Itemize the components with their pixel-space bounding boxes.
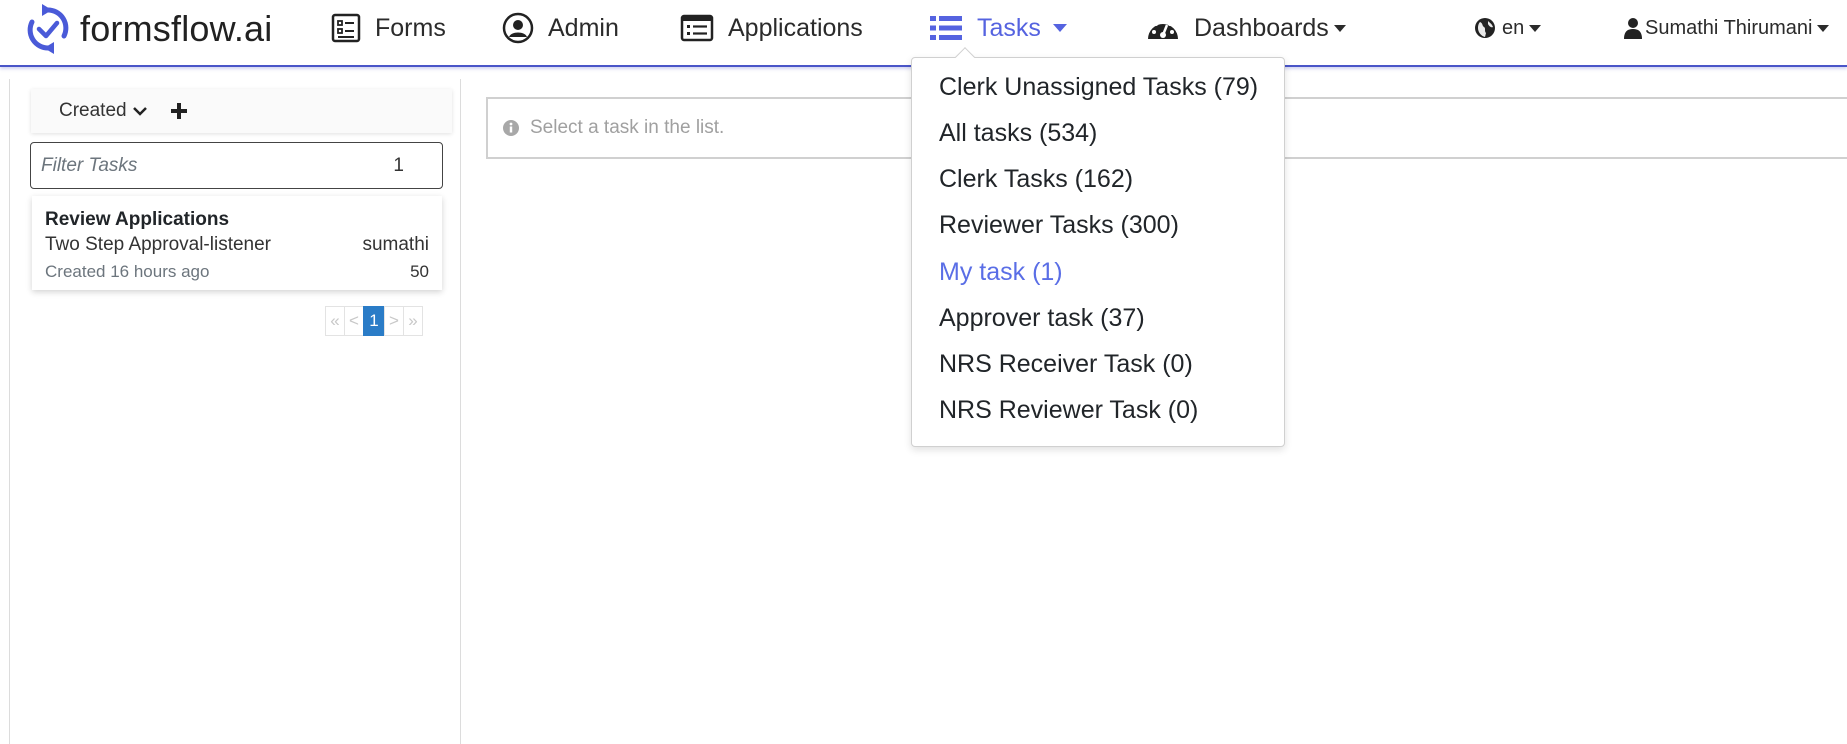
- task-title: Review Applications: [45, 209, 230, 230]
- info-icon: [503, 120, 519, 136]
- caret-down-icon: [1052, 24, 1067, 32]
- chevron-down-icon: [132, 107, 147, 116]
- refresh-logo-icon: [27, 4, 69, 54]
- dropdown-item-reviewer-tasks[interactable]: Reviewer Tasks (300): [939, 211, 1179, 240]
- task-list-item[interactable]: Review Applications Two Step Approval-li…: [32, 196, 442, 290]
- add-sort-plus-icon[interactable]: [169, 101, 189, 121]
- tasks-list-icon: [930, 16, 962, 40]
- globe-icon: [1475, 18, 1495, 38]
- nav-admin-label: Admin: [548, 13, 619, 42]
- language-label: en: [1502, 16, 1525, 39]
- dropdown-item-approver-task[interactable]: Approver task (37): [939, 304, 1145, 333]
- dropdown-item-nrs-receiver[interactable]: NRS Receiver Task (0): [939, 350, 1193, 379]
- language-dropdown[interactable]: en: [1474, 0, 1542, 56]
- brand-name: formsflow.ai: [80, 8, 273, 49]
- dropdown-item-clerk-unassigned[interactable]: Clerk Unassigned Tasks (79): [939, 73, 1258, 102]
- nav-applications[interactable]: Applications: [680, 0, 863, 56]
- filter-tasks-input[interactable]: [41, 154, 371, 177]
- user-name: Sumathi Thirumani: [1645, 16, 1813, 39]
- tasks-filter-dropdown: Clerk Unassigned Tasks (79) All tasks (5…: [911, 47, 1285, 447]
- user-circle-icon: [502, 12, 534, 44]
- nav-tasks-label: Tasks: [977, 13, 1041, 42]
- pager-page-1[interactable]: 1: [363, 306, 385, 336]
- dashboard-gauge-icon: [1148, 18, 1178, 39]
- nav-tasks[interactable]: Tasks: [929, 0, 1067, 56]
- user-menu[interactable]: Sumathi Thirumani: [1624, 0, 1830, 56]
- pager-prev-button[interactable]: <: [344, 306, 364, 336]
- task-priority: 50: [410, 262, 429, 281]
- pager-last-button[interactable]: »: [403, 306, 423, 336]
- task-list-sidebar: Created 1 Review Applications Two Step A…: [9, 79, 461, 744]
- task-process-name: Two Step Approval-listener: [45, 234, 272, 255]
- list-card-icon: [680, 14, 714, 42]
- caret-down-icon: [1817, 24, 1830, 32]
- nav-applications-label: Applications: [728, 13, 863, 42]
- nav-dashboards[interactable]: Dashboards: [1146, 0, 1346, 56]
- filter-tasks-box: 1: [30, 142, 443, 189]
- nav-admin[interactable]: Admin: [502, 0, 619, 56]
- task-assignee: sumathi: [362, 234, 429, 255]
- user-icon: [1624, 18, 1642, 39]
- dropdown-item-my-task[interactable]: My task (1): [939, 258, 1063, 287]
- nav-forms-label: Forms: [375, 13, 446, 42]
- nav-forms[interactable]: Forms: [331, 0, 446, 56]
- caret-down-icon: [1333, 24, 1346, 32]
- sort-label: Created: [59, 100, 127, 121]
- dropdown-item-clerk-tasks[interactable]: Clerk Tasks (162): [939, 165, 1133, 194]
- task-created-time: Created 16 hours ago: [45, 262, 210, 281]
- sort-bar: Created: [31, 89, 452, 133]
- caret-down-icon: [1529, 24, 1542, 32]
- dropdown-item-all-tasks[interactable]: All tasks (534): [939, 119, 1097, 148]
- filter-count: 1: [393, 155, 404, 176]
- brand[interactable]: formsflow.ai: [24, 2, 272, 56]
- nav-dashboards-label: Dashboards: [1194, 13, 1329, 42]
- pagination: « < 1 > »: [325, 306, 423, 336]
- pager-first-button[interactable]: «: [325, 306, 345, 336]
- sort-created-button[interactable]: Created: [59, 100, 147, 122]
- info-message: Select a task in the list.: [530, 117, 725, 138]
- form-icon: [331, 13, 361, 43]
- dropdown-item-nrs-reviewer[interactable]: NRS Reviewer Task (0): [939, 396, 1198, 425]
- pager-next-button[interactable]: >: [384, 306, 404, 336]
